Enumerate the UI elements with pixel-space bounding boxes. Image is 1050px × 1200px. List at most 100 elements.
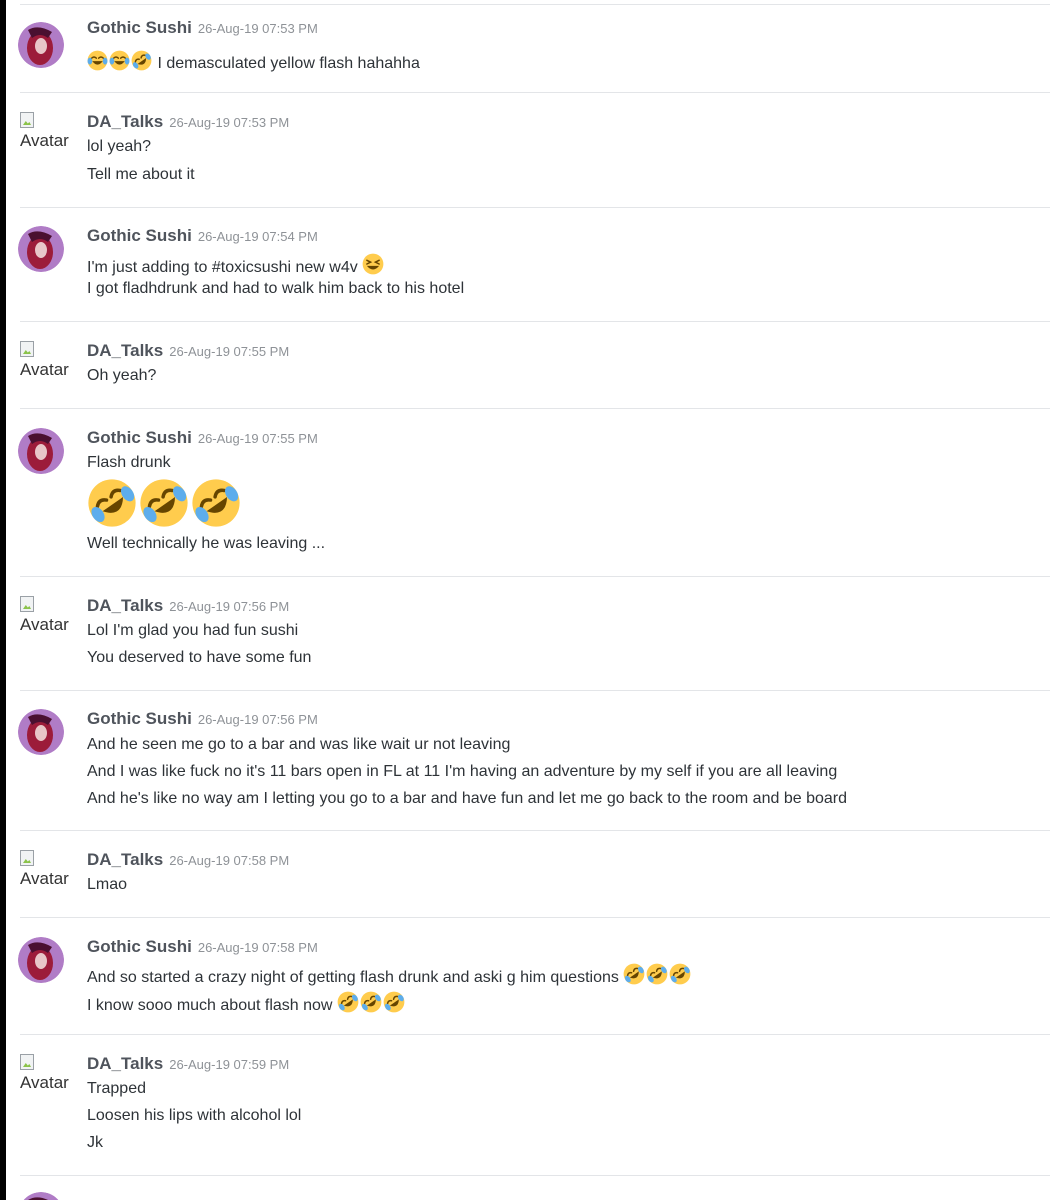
avatar-broken-image[interactable]: Avatar <box>18 341 80 381</box>
message-text: I demasculated yellow flash hahahha <box>87 50 420 73</box>
message-header: DA_Talks 26-Aug-19 07:58 PM <box>87 850 289 870</box>
message-text: And I was like fuck no it's 11 bars open… <box>87 763 837 781</box>
message-divider <box>20 1034 1050 1035</box>
message-text-content: I got fladhdrunk and had to walk him bac… <box>87 280 465 297</box>
message-text-content: You deserved to have some fun <box>87 649 312 666</box>
broken-image-icon <box>20 341 34 357</box>
avatar[interactable] <box>18 1192 64 1200</box>
message-text: And he seen me go to a bar and was like … <box>87 736 510 754</box>
rofl-emoji-icon <box>383 991 405 1013</box>
message-header: Gothic Sushi 26-Aug-19 07:54 PM <box>87 226 318 246</box>
message-text: I'm just adding to #toxicsushi new w4v <box>87 253 385 277</box>
timestamp: 26-Aug-19 07:53 PM <box>197 21 318 36</box>
broken-image-icon <box>20 596 34 612</box>
username[interactable]: Gothic Sushi <box>87 937 192 956</box>
message-divider <box>20 690 1050 691</box>
message-text-content: Jk <box>87 1134 103 1151</box>
message-text: Loosen his lips with alcohol lol <box>87 1107 301 1125</box>
rofl-emoji-icon <box>669 963 691 985</box>
broken-image-icon <box>20 1054 34 1070</box>
message-header: Gothic Sushi 26-Aug-19 07:53 PM <box>87 18 318 38</box>
avatar[interactable] <box>18 428 64 474</box>
avatar[interactable] <box>18 709 64 755</box>
timestamp: 26-Aug-19 07:55 PM <box>197 431 318 446</box>
message-text-content: Well technically he was leaving ... <box>87 535 326 552</box>
rofl-emoji-icon <box>623 963 645 985</box>
message-header: Gothic Sushi 26-Aug-19 07:55 PM <box>87 428 318 448</box>
message-divider <box>20 321 1050 322</box>
avatar-alt-text: Avatar <box>20 1073 69 1092</box>
timestamp: 26-Aug-19 07:58 PM <box>169 853 290 868</box>
rofl-emoji-icon <box>646 963 668 985</box>
message-text-content: And he seen me go to a bar and was like … <box>87 736 511 753</box>
message-text: Jk <box>87 1134 103 1152</box>
message-text-content: I'm just adding to #toxicsushi new w4v <box>87 259 358 276</box>
message-text-content: Oh yeah? <box>87 367 157 384</box>
avatar-broken-image[interactable]: Avatar <box>18 596 80 636</box>
jumbo-emoji-row <box>87 478 243 530</box>
message-text: Well technically he was leaving ... <box>87 535 325 553</box>
message-text-content: lol yeah? <box>87 138 152 155</box>
message-text-content: And I was like fuck no it's 11 bars open… <box>87 763 838 780</box>
message-text: And so started a crazy night of getting … <box>87 963 692 987</box>
avatar[interactable] <box>18 22 64 68</box>
timestamp: 26-Aug-19 07:59 PM <box>169 1057 290 1072</box>
username[interactable]: Gothic Sushi <box>87 428 192 447</box>
rofl-emoji-icon <box>337 991 359 1013</box>
avatar-broken-image[interactable]: Avatar <box>18 112 80 152</box>
username[interactable]: Gothic Sushi <box>87 226 192 245</box>
username[interactable]: DA_Talks <box>87 850 163 869</box>
message-text: And he's like no way am I letting you go… <box>87 790 847 808</box>
message-text: Lol I'm glad you had fun sushi <box>87 622 298 640</box>
username[interactable]: DA_Talks <box>87 112 163 131</box>
avatar[interactable] <box>18 937 64 983</box>
message-divider <box>20 576 1050 577</box>
username[interactable]: DA_Talks <box>87 1054 163 1073</box>
message-divider <box>20 830 1050 831</box>
message-divider <box>20 408 1050 409</box>
username[interactable]: DA_Talks <box>87 596 163 615</box>
message-text-content: I demasculated yellow flash hahahha <box>157 55 420 72</box>
avatar-alt-text: Avatar <box>20 615 69 634</box>
avatar-broken-image[interactable]: Avatar <box>18 1054 80 1094</box>
message-text-content: And so started a crazy night of getting … <box>87 969 619 986</box>
message-divider <box>20 1175 1050 1176</box>
broken-image-icon <box>20 850 34 866</box>
username[interactable]: Gothic Sushi <box>87 18 192 37</box>
username[interactable]: DA_Talks <box>87 341 163 360</box>
message-text-content: Flash drunk <box>87 454 171 471</box>
message-divider <box>20 4 1050 5</box>
avatar-alt-text: Avatar <box>20 131 69 150</box>
timestamp: 26-Aug-19 07:55 PM <box>169 344 290 359</box>
message-text-content: And he's like no way am I letting you go… <box>87 790 847 807</box>
window-edge <box>0 0 6 1200</box>
rofl-emoji-icon <box>360 991 382 1013</box>
timestamp: 26-Aug-19 07:56 PM <box>197 712 318 727</box>
message-text-content: Lmao <box>87 876 128 893</box>
avatar-alt-text: Avatar <box>20 360 69 379</box>
message-text: Oh yeah? <box>87 367 156 385</box>
tears-of-joy-emoji-icon <box>109 50 130 71</box>
rofl-emoji-icon <box>140 479 188 527</box>
broken-image-icon <box>20 112 34 128</box>
timestamp: 26-Aug-19 07:53 PM <box>169 115 290 130</box>
rofl-emoji-icon <box>131 50 152 71</box>
message-text-content: Lol I'm glad you had fun sushi <box>87 622 299 639</box>
rofl-emoji-icon <box>88 479 136 527</box>
message-text: Flash drunk <box>87 454 171 472</box>
message-header: DA_Talks 26-Aug-19 07:55 PM <box>87 341 289 361</box>
message-text-content: Trapped <box>87 1080 146 1097</box>
message-text-content: Loosen his lips with alcohol lol <box>87 1107 302 1124</box>
avatar[interactable] <box>18 226 64 272</box>
message-text-content: Tell me about it <box>87 166 195 183</box>
rofl-emoji-icon <box>192 479 240 527</box>
message-text: Tell me about it <box>87 166 195 184</box>
timestamp: 26-Aug-19 07:54 PM <box>197 229 318 244</box>
timestamp: 26-Aug-19 07:56 PM <box>169 599 290 614</box>
message-header: Gothic Sushi 26-Aug-19 07:58 PM <box>87 937 318 957</box>
message-header: DA_Talks 26-Aug-19 07:56 PM <box>87 596 289 616</box>
chat-log: Gothic Sushi 26-Aug-19 07:53 PM I demascu… <box>0 0 1050 1200</box>
message-text: Trapped <box>87 1080 146 1098</box>
avatar-broken-image[interactable]: Avatar <box>18 850 80 890</box>
username[interactable]: Gothic Sushi <box>87 709 192 728</box>
